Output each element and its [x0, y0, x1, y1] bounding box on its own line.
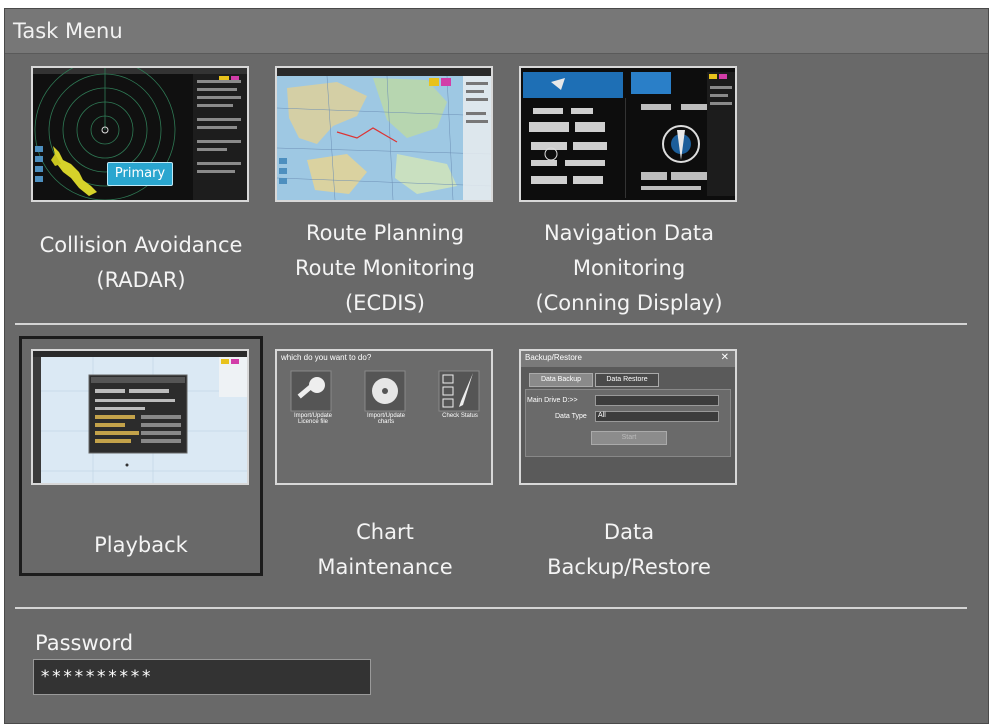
- playback-thumbnail: [31, 349, 249, 485]
- tab-data-restore: Data Restore: [595, 373, 659, 387]
- start-label: Start: [621, 434, 637, 441]
- password-field[interactable]: **********: [33, 659, 371, 695]
- chart-thumbnail: which do you want to do? Import/Update L…: [275, 349, 493, 485]
- chart-option-charts: Import/Update charts: [366, 413, 406, 425]
- main-drive-select: [595, 395, 719, 406]
- row-divider: [15, 607, 967, 609]
- data-type-label: Data Type: [555, 413, 587, 420]
- label-line: Collision Avoidance: [39, 233, 243, 257]
- chart-options-icons: [290, 370, 480, 412]
- label-line: (RADAR): [96, 268, 186, 292]
- window-title: Task Menu: [13, 19, 123, 43]
- tile-navigation-data[interactable]: Navigation Data Monitoring (Conning Disp…: [507, 66, 751, 316]
- backup-titlebar: Backup/Restore ✕: [521, 351, 735, 367]
- tile-data-backup[interactable]: Backup/Restore ✕ Data Backup Data Restor…: [507, 349, 751, 589]
- password-label: Password: [35, 631, 134, 655]
- tile-label-backup: Data Backup/Restore: [507, 515, 751, 585]
- tile-label-ecdis: Route Planning Route Monitoring (ECDIS): [263, 216, 507, 321]
- data-type-select: All: [595, 411, 719, 422]
- start-button-thumb: Start: [591, 431, 667, 445]
- backup-title: Backup/Restore: [525, 353, 582, 362]
- tile-label-radar: Collision Avoidance (RADAR): [19, 228, 263, 298]
- label-line: Playback: [94, 533, 188, 557]
- primary-badge: Primary: [107, 162, 173, 186]
- tile-label-chart: Chart Maintenance: [263, 515, 507, 585]
- tile-playback[interactable]: Playback: [19, 336, 263, 576]
- label-line: Route Monitoring: [295, 256, 475, 280]
- label-line: (ECDIS): [344, 291, 425, 315]
- playback-screen-icon: [33, 351, 247, 483]
- label-line: (Conning Display): [535, 291, 723, 315]
- tile-route-planning[interactable]: Route Planning Route Monitoring (ECDIS): [263, 66, 507, 316]
- tab-data-backup: Data Backup: [529, 373, 593, 387]
- tile-chart-maintenance[interactable]: which do you want to do? Import/Update L…: [263, 349, 507, 589]
- tab-label: Data Backup: [540, 376, 582, 383]
- radar-thumbnail: Primary: [31, 66, 249, 202]
- close-icon: ✕: [720, 352, 729, 363]
- tab-label: Data Restore: [606, 376, 648, 383]
- task-menu-window: Task Menu Primary Collision Avoidance (R…: [4, 8, 989, 724]
- main-drive-label: Main Drive D:>>: [527, 397, 578, 404]
- conning-display-icon: [521, 68, 735, 200]
- tile-label-playback: Playback: [22, 528, 260, 563]
- chart-option-status: Check Status: [442, 413, 478, 419]
- data-type-value: All: [598, 412, 606, 419]
- tile-label-conning: Navigation Data Monitoring (Conning Disp…: [507, 216, 751, 321]
- chart-prompt: which do you want to do?: [281, 353, 372, 362]
- label-line: Chart: [356, 520, 414, 544]
- label-line: Route Planning: [305, 221, 465, 245]
- conning-thumbnail: [519, 66, 737, 202]
- backup-thumbnail: Backup/Restore ✕ Data Backup Data Restor…: [519, 349, 737, 485]
- label-line: Maintenance: [317, 555, 453, 579]
- label-line: Backup/Restore: [547, 555, 711, 579]
- row-divider: [15, 323, 967, 325]
- label-line: Monitoring: [572, 256, 686, 280]
- ecdis-thumbnail: [275, 66, 493, 202]
- ecdis-chart-icon: [277, 68, 491, 200]
- label-line: Data: [603, 520, 655, 544]
- chart-option-licence: Import/Update Licence file: [293, 413, 333, 425]
- tile-collision-avoidance[interactable]: Primary Collision Avoidance (RADAR): [19, 66, 263, 316]
- label-line: Navigation Data: [543, 221, 715, 245]
- title-bar: Task Menu: [5, 9, 988, 54]
